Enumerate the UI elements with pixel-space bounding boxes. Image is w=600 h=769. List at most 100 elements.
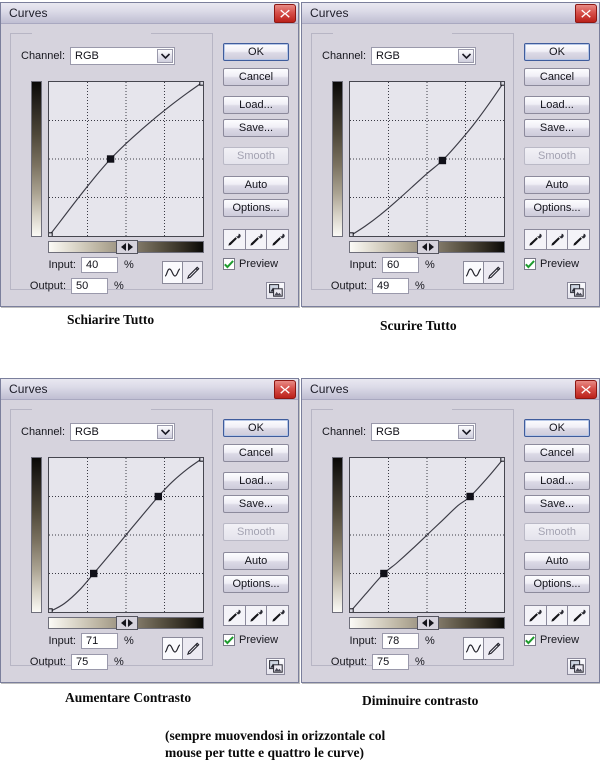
preview-checkbox[interactable]: [223, 258, 235, 270]
preview-thumbnail-button[interactable]: [266, 658, 285, 675]
curve-tool-button[interactable]: [464, 638, 484, 659]
auto-button[interactable]: Auto: [524, 176, 590, 194]
save-button[interactable]: Save...: [524, 495, 590, 513]
title-bar[interactable]: Curves: [1, 3, 298, 24]
channel-select[interactable]: RGB: [371, 423, 477, 441]
preview-checkbox-row[interactable]: Preview: [223, 258, 278, 270]
curve-tool-button[interactable]: [464, 262, 484, 283]
black-point-eyedropper-button[interactable]: [525, 230, 547, 249]
black-point-eyedropper-button[interactable]: [525, 606, 547, 625]
auto-button[interactable]: Auto: [223, 552, 289, 570]
dialog-caption-less-contrast: Diminuire contrasto: [362, 693, 479, 708]
gradient-slider-arrows-icon[interactable]: [116, 240, 138, 254]
curve-graph[interactable]: [48, 81, 204, 237]
gray-point-eyedropper-button[interactable]: [246, 606, 268, 625]
gradient-slider-arrows-icon[interactable]: [116, 616, 138, 630]
curve-tool-button[interactable]: [163, 638, 183, 659]
curve-control-point: [500, 458, 504, 462]
preview-checkbox[interactable]: [524, 258, 536, 270]
channel-select[interactable]: RGB: [70, 47, 176, 65]
preview-thumbnail-button[interactable]: [567, 658, 586, 675]
save-button[interactable]: Save...: [524, 119, 590, 137]
pencil-tool-button[interactable]: [183, 262, 202, 283]
output-field[interactable]: 75: [71, 654, 108, 670]
title-bar[interactable]: Curves: [1, 379, 298, 400]
output-field[interactable]: 75: [372, 654, 409, 670]
white-point-eyedropper-button[interactable]: [267, 606, 288, 625]
curve-graph-canvas[interactable]: [49, 82, 203, 236]
preview-thumbnail-button[interactable]: [266, 282, 285, 299]
curve-graph[interactable]: [349, 81, 505, 237]
pencil-tool-button[interactable]: [484, 638, 503, 659]
close-button[interactable]: [274, 4, 296, 23]
gradient-slider-arrows-icon[interactable]: [417, 240, 439, 254]
gray-point-eyedropper-button[interactable]: [547, 606, 569, 625]
input-field[interactable]: 78: [382, 633, 419, 649]
cancel-button[interactable]: Cancel: [524, 68, 590, 86]
gradient-slider-arrows-icon[interactable]: [417, 616, 439, 630]
channel-dropdown-arrow[interactable]: [458, 49, 475, 63]
white-point-eyedropper-button[interactable]: [568, 606, 589, 625]
close-button[interactable]: [575, 380, 597, 399]
load-button[interactable]: Load...: [524, 96, 590, 114]
load-button[interactable]: Load...: [223, 472, 289, 490]
black-point-eyedropper-button[interactable]: [224, 230, 246, 249]
preview-checkbox-row[interactable]: Preview: [524, 258, 579, 270]
close-button[interactable]: [575, 4, 597, 23]
ok-button[interactable]: OK: [223, 419, 289, 437]
preview-checkbox-row[interactable]: Preview: [524, 634, 579, 646]
close-button[interactable]: [274, 380, 296, 399]
pencil-tool-button[interactable]: [183, 638, 202, 659]
options-button[interactable]: Options...: [223, 199, 289, 217]
channel-dropdown-arrow[interactable]: [157, 425, 174, 439]
options-button[interactable]: Options...: [524, 575, 590, 593]
white-point-eyedropper-button[interactable]: [568, 230, 589, 249]
white-point-eyedropper-button[interactable]: [267, 230, 288, 249]
output-gradient-bar[interactable]: [31, 457, 42, 613]
options-button[interactable]: Options...: [223, 575, 289, 593]
auto-button[interactable]: Auto: [223, 176, 289, 194]
load-button[interactable]: Load...: [223, 96, 289, 114]
ok-button[interactable]: OK: [524, 43, 590, 61]
curve-graph[interactable]: [349, 457, 505, 613]
input-percent-label: %: [124, 259, 134, 271]
load-button[interactable]: Load...: [524, 472, 590, 490]
curve-graph-canvas[interactable]: [350, 82, 504, 236]
channel-select[interactable]: RGB: [70, 423, 176, 441]
title-bar[interactable]: Curves: [302, 379, 599, 400]
curve-graph-canvas[interactable]: [49, 458, 203, 612]
input-field[interactable]: 60: [382, 257, 419, 273]
channel-dropdown-arrow[interactable]: [157, 49, 174, 63]
curve-graph-canvas[interactable]: [350, 458, 504, 612]
preview-checkbox[interactable]: [524, 634, 536, 646]
output-field[interactable]: 50: [71, 278, 108, 294]
cancel-button[interactable]: Cancel: [223, 444, 289, 462]
preview-thumbnail-button[interactable]: [567, 282, 586, 299]
options-button[interactable]: Options...: [524, 199, 590, 217]
output-gradient-bar[interactable]: [332, 457, 343, 613]
output-gradient-bar[interactable]: [31, 81, 42, 237]
output-gradient-bar[interactable]: [332, 81, 343, 237]
ok-button[interactable]: OK: [524, 419, 590, 437]
cancel-button[interactable]: Cancel: [223, 68, 289, 86]
title-bar[interactable]: Curves: [302, 3, 599, 24]
input-field[interactable]: 71: [81, 633, 118, 649]
curve-tool-button[interactable]: [163, 262, 183, 283]
black-point-eyedropper-button[interactable]: [224, 606, 246, 625]
channel-select[interactable]: RGB: [371, 47, 477, 65]
pencil-tool-button[interactable]: [484, 262, 503, 283]
preview-checkbox-row[interactable]: Preview: [223, 634, 278, 646]
channel-dropdown-arrow[interactable]: [458, 425, 475, 439]
curve-tool-icon: [465, 644, 482, 653]
ok-button[interactable]: OK: [223, 43, 289, 61]
cancel-button[interactable]: Cancel: [524, 444, 590, 462]
input-field[interactable]: 40: [81, 257, 118, 273]
curve-graph[interactable]: [48, 457, 204, 613]
gray-point-eyedropper-button[interactable]: [547, 230, 569, 249]
save-button[interactable]: Save...: [223, 119, 289, 137]
save-button[interactable]: Save...: [223, 495, 289, 513]
auto-button[interactable]: Auto: [524, 552, 590, 570]
preview-checkbox[interactable]: [223, 634, 235, 646]
gray-point-eyedropper-button[interactable]: [246, 230, 268, 249]
output-field[interactable]: 49: [372, 278, 409, 294]
